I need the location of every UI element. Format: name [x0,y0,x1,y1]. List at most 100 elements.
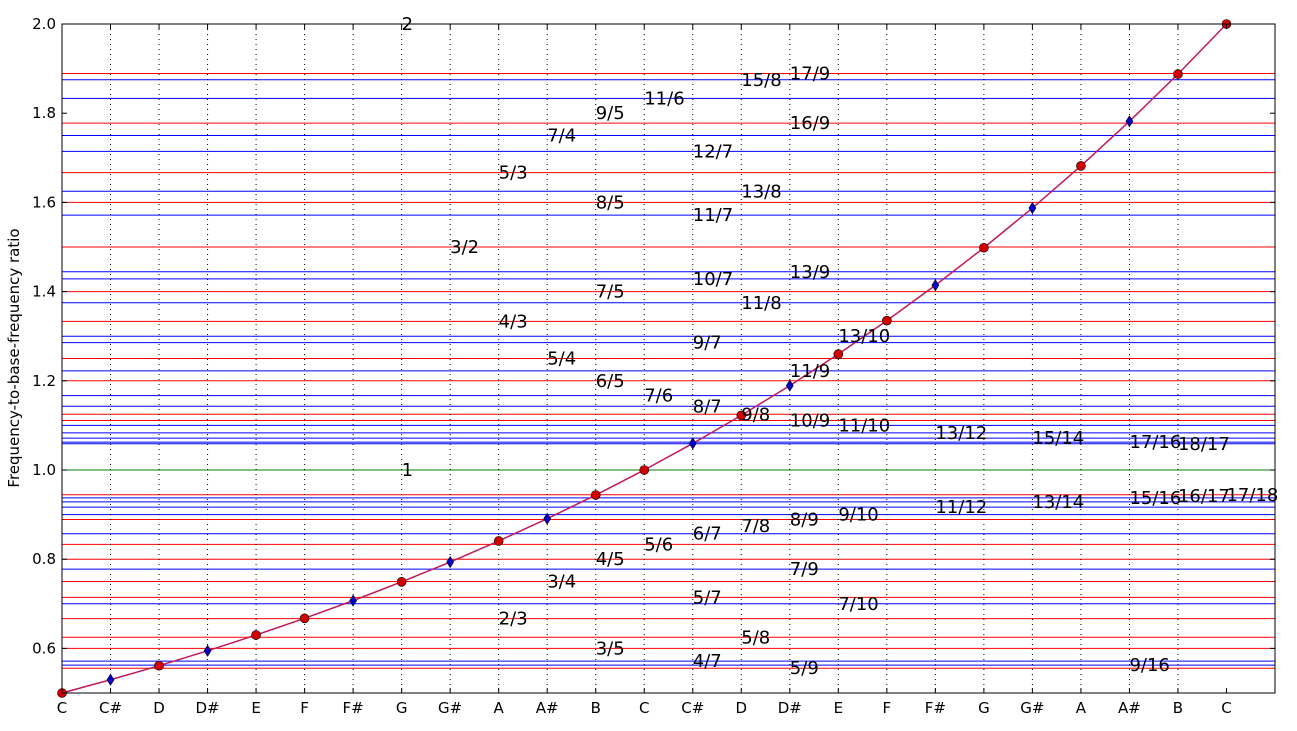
diamond-marker [349,594,357,607]
ratio-label: 18/17 [1178,434,1230,455]
ratio-label: 16/9 [790,113,830,134]
diamond-marker [931,279,940,292]
ratio-label: 11/7 [693,205,733,226]
ratio-label: 5/3 [499,163,528,184]
ratio-label: 13/12 [935,423,987,444]
ratio-label: 8/5 [596,192,625,213]
ratio-label: 11/8 [741,293,781,314]
circle-marker [493,536,504,546]
ratio-label: 5/4 [547,349,576,370]
x-tick-label: D [735,699,747,717]
circle-marker [882,315,892,326]
ratio-label: 7/9 [790,559,819,580]
ratio-label: 4/5 [596,549,625,570]
x-tick-label: F [883,699,892,717]
diamond-marker [688,437,697,450]
ratio-label: 9/5 [596,103,625,124]
ratio-label: 9/16 [1129,655,1169,676]
x-tick-label: C [1221,699,1231,717]
diamond-marker [446,555,455,569]
ratio-label: 6/7 [693,524,722,545]
x-tick-label: C [639,699,649,717]
x-tick-label: G [978,699,990,717]
x-tick-label: A [494,699,505,717]
ratio-label: 1 [402,460,413,481]
ratio-label: 16/17 [1178,486,1230,507]
circle-marker [154,660,164,671]
x-tick-label: F# [343,699,364,717]
ratio-label: 17/18 [1226,485,1278,506]
ratio-label: 9/7 [693,333,722,354]
circle-marker [1076,161,1086,171]
x-tick-label: A# [536,699,559,717]
ratio-label: 13/14 [1032,492,1084,513]
ratio-label: 17/16 [1129,432,1181,453]
x-tick-label: G [396,699,408,717]
y-tick-label: 1.6 [32,193,56,211]
reference-lines [62,73,1275,669]
ratio-label: 13/9 [790,262,830,283]
ratio-label: 15/14 [1032,428,1084,449]
circle-marker [639,465,650,475]
circle-marker [251,630,261,640]
x-tick-label: B [1173,699,1183,717]
ratio-label: 9/8 [741,404,770,425]
diamond-marker [203,644,212,657]
ratio-label: 13/8 [741,181,781,202]
x-tick-label: D# [778,699,802,717]
circle-marker [590,490,601,500]
ratio-label: 8/7 [693,396,722,417]
ratio-label: 5/7 [693,587,722,608]
x-tick-label: C# [681,699,704,717]
x-tick-label: E [251,699,260,717]
diamond-marker [106,673,115,686]
ratio-label: 5/6 [644,534,673,555]
x-tick-label: D# [195,699,219,717]
x-tick-label: D [153,699,165,717]
ratio-label: 10/7 [693,269,733,290]
ratio-label: 4/3 [499,311,528,332]
y-tick-label: 1.0 [32,461,56,479]
ratio-label: 11/10 [838,415,890,436]
ratio-annotations: 213/25/34/32/37/45/43/49/58/57/56/54/53/… [402,14,1279,679]
y-tick-label: 2.0 [32,15,56,33]
x-tick-label: G# [438,699,462,717]
y-tick-label: 0.8 [32,550,56,568]
circle-marker [1173,69,1183,79]
ratio-label: 11/12 [935,497,987,518]
circle-marker [833,349,844,359]
x-tick-label: F# [925,699,946,717]
ratio-label: 7/8 [741,516,770,537]
ratio-label: 4/7 [693,651,722,672]
ratio-label: 7/4 [547,126,576,147]
y-tick-label: 1.2 [32,372,56,390]
ratio-label: 12/7 [693,141,733,162]
x-tick-label: G# [1020,699,1044,717]
x-tick-label: A# [1118,699,1141,717]
ratio-label: 8/9 [790,510,819,531]
y-tick-label: 1.8 [32,104,56,122]
ratio-chart: 213/25/34/32/37/45/43/49/58/57/56/54/53/… [5,14,1279,717]
ratio-label: 7/5 [596,282,625,303]
ratio-label: 5/8 [741,627,770,648]
ratio-label: 17/9 [790,64,830,85]
ratio-label: 3/5 [596,638,625,659]
x-tick-label: F [300,699,309,717]
ratio-label: 15/16 [1129,488,1181,509]
y-tick-label: 1.4 [32,283,56,301]
x-tick-label: B [591,699,601,717]
diamond-marker [1125,115,1134,128]
y-axis-title: Frequency-to-base-frequency ratio [5,228,23,487]
x-tick-label: C# [99,699,122,717]
ratio-label: 7/6 [644,386,673,407]
circle-marker [979,242,989,253]
ratio-label: 9/10 [838,505,878,526]
ratio-label: 7/10 [838,594,878,615]
ratio-label: 10/9 [790,410,830,431]
circle-marker [299,613,310,624]
diamond-marker [1028,201,1037,215]
ratio-label: 11/6 [644,88,684,109]
ratio-label: 6/5 [596,371,625,392]
x-tick-label: A [1076,699,1087,717]
x-tick-label: E [834,699,843,717]
